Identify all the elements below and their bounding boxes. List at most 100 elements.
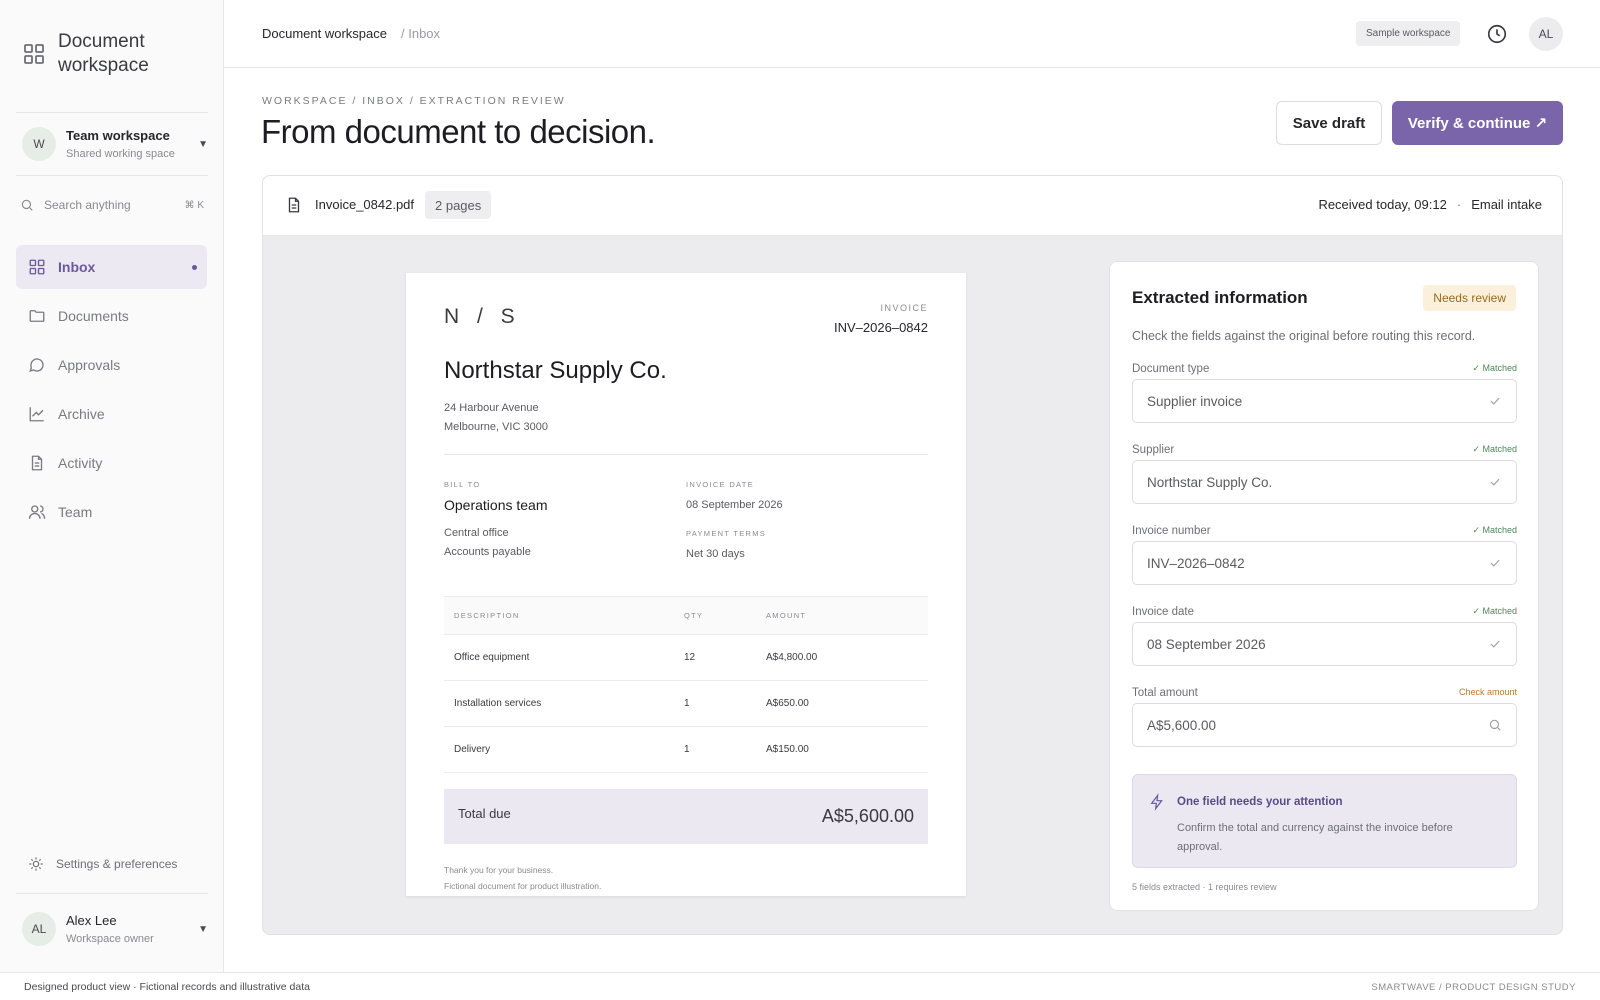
team-avatar: W	[22, 127, 56, 161]
topbar: Document workspace / Inbox Sample workspa…	[224, 0, 1600, 68]
check-icon	[1490, 559, 1500, 567]
field-total-amount: Total amount Check amount A$5,600.00	[1132, 687, 1517, 747]
check-icon	[1490, 478, 1500, 486]
grid-icon	[29, 259, 45, 275]
total-due-label: Total due	[458, 806, 511, 821]
total-due-value: A$5,600.00	[821, 806, 914, 826]
brand-title: Document workspace	[58, 31, 149, 76]
field-input[interactable]: Supplier invoice	[1132, 379, 1517, 423]
received-info: Received today, 09:12 · Email intake	[1318, 197, 1542, 212]
table-row: Office equipment 12 A$4,800.00	[444, 634, 928, 681]
file-icon	[288, 197, 300, 213]
brand[interactable]: Document workspace	[22, 30, 198, 78]
chat-bubble-icon	[29, 358, 44, 373]
column-header: QTY	[684, 596, 766, 635]
bill-to-line: Accounts payable	[444, 546, 531, 558]
clock-icon[interactable]	[1486, 23, 1508, 45]
field-value: INV–2026–0842	[1147, 555, 1245, 571]
breadcrumb-current: / Inbox	[401, 26, 441, 41]
page-title: From document to decision.	[261, 113, 656, 150]
sidebar-item-archive[interactable]: Archive	[16, 392, 207, 436]
sidebar-item-activity[interactable]: Activity	[16, 441, 207, 485]
card-title: Extracted information	[1132, 288, 1308, 307]
search-icon	[21, 199, 33, 211]
document-panel: Invoice_0842.pdf 2 pages Received today,…	[262, 175, 1563, 935]
supplier-name: Northstar Supply Co.	[444, 357, 667, 384]
field-label: Invoice number	[1132, 525, 1211, 537]
team-subtitle: Shared working space	[66, 148, 175, 160]
avatar[interactable]: AL	[1529, 17, 1563, 51]
user-role: Workspace owner	[66, 933, 154, 945]
card-subtitle: Check the fields against the original be…	[1132, 329, 1476, 343]
field-value: Supplier invoice	[1147, 393, 1243, 409]
sidebar-item-inbox[interactable]: Inbox	[16, 245, 207, 289]
search-icon[interactable]	[1488, 718, 1502, 732]
field-input[interactable]: A$5,600.00	[1132, 703, 1517, 747]
settings-link[interactable]: Settings & preferences	[28, 856, 177, 872]
item-amount: A$4,800.00	[766, 634, 928, 681]
sidebar-nav: Inbox Documents Approvals Archive Activi…	[16, 245, 207, 539]
attention-body: Confirm the total and currency against t…	[1177, 822, 1453, 853]
chevron-down-icon[interactable]: ▼	[198, 924, 208, 935]
sidebar-item-documents[interactable]: Documents	[16, 294, 207, 338]
save-draft-button[interactable]: Save draft	[1276, 101, 1382, 145]
received-time: Received today, 09:12	[1318, 197, 1447, 212]
unread-dot	[192, 264, 197, 270]
sidebar-item-approvals[interactable]: Approvals	[16, 343, 207, 387]
sidebar-item-label: Activity	[58, 455, 103, 471]
verify-continue-button[interactable]: Verify & continue ↗	[1392, 101, 1563, 145]
chevron-down-icon[interactable]: ▼	[198, 139, 208, 150]
sidebar-item-label: Approvals	[58, 357, 121, 373]
file-name[interactable]: Invoice_0842.pdf	[315, 197, 414, 212]
field-input[interactable]: INV–2026–0842	[1132, 541, 1517, 585]
total-due-box: Total due A$5,600.00	[444, 789, 928, 844]
payment-terms-label: PAYMENT TERMS	[686, 529, 767, 538]
field-input[interactable]: Northstar Supply Co.	[1132, 460, 1517, 504]
attention-title: One field needs your attention	[1177, 796, 1343, 808]
grid-logo-icon	[24, 44, 44, 64]
field-invoice-number: Invoice number ✓ Matched INV–2026–0842	[1132, 525, 1517, 585]
search-field[interactable]: Search anything ⌘ K	[20, 198, 204, 212]
invoice-number: INV–2026–0842	[834, 320, 928, 335]
user-menu[interactable]: AL Alex Lee Workspace owner ▼	[22, 912, 208, 946]
table-row: Installation services 1 A$650.00	[444, 680, 928, 727]
sidebar: Document workspace W Team workspace Shar…	[0, 0, 224, 972]
field-supplier: Supplier ✓ Matched Northstar Supply Co.	[1132, 444, 1517, 504]
breadcrumb-root[interactable]: Document workspace	[262, 26, 387, 41]
sun-gear-icon	[29, 857, 43, 871]
status-badge: Needs review	[1423, 285, 1516, 311]
field-document-type: Document type ✓ Matched Supplier invoice	[1132, 363, 1517, 423]
disclaimer-line: Fictional document for product illustrat…	[444, 881, 602, 891]
breadcrumb: Document workspace / Inbox	[262, 26, 440, 41]
extracted-info-card: Extracted information Needs review Check…	[1109, 261, 1539, 911]
invoice-date-label: INVOICE DATE	[686, 480, 754, 489]
supplier-monogram: N / S	[444, 305, 521, 328]
sidebar-divider	[16, 175, 208, 176]
item-amount: A$150.00	[766, 726, 928, 773]
item-qty: 12	[684, 634, 766, 681]
team-switcher[interactable]: W Team workspace Shared working space ▼	[22, 126, 208, 162]
field-input[interactable]: 08 September 2026	[1132, 622, 1517, 666]
field-status: Check amount	[1458, 687, 1517, 697]
chart-line-icon	[29, 407, 44, 422]
invoice-label: INVOICE	[880, 303, 928, 313]
bill-to-line: Central office	[444, 527, 509, 539]
sidebar-item-label: Team	[58, 504, 93, 520]
separator-dot: ·	[1456, 197, 1462, 212]
lightning-icon	[1150, 793, 1163, 811]
field-status: ✓ Matched	[1472, 525, 1517, 535]
invoice-preview[interactable]: N / S INVOICE INV–2026–0842 Northstar Su…	[406, 273, 966, 896]
item-description: Delivery	[444, 726, 684, 773]
line-items-table: DESCRIPTION QTY AMOUNT Office equipment …	[444, 596, 928, 773]
sidebar-item-team[interactable]: Team	[16, 490, 207, 534]
field-status: ✓ Matched	[1472, 606, 1517, 616]
item-qty: 1	[684, 726, 766, 773]
search-placeholder: Search anything	[44, 198, 131, 212]
invoice-date-value: 08 September 2026	[686, 499, 783, 511]
settings-label: Settings & preferences	[56, 857, 178, 871]
field-label: Supplier	[1132, 444, 1175, 456]
sidebar-item-label: Inbox	[58, 259, 96, 275]
payment-terms-value: Net 30 days	[686, 548, 745, 560]
users-icon	[28, 505, 46, 519]
workspace-badge: Sample workspace	[1356, 21, 1461, 46]
